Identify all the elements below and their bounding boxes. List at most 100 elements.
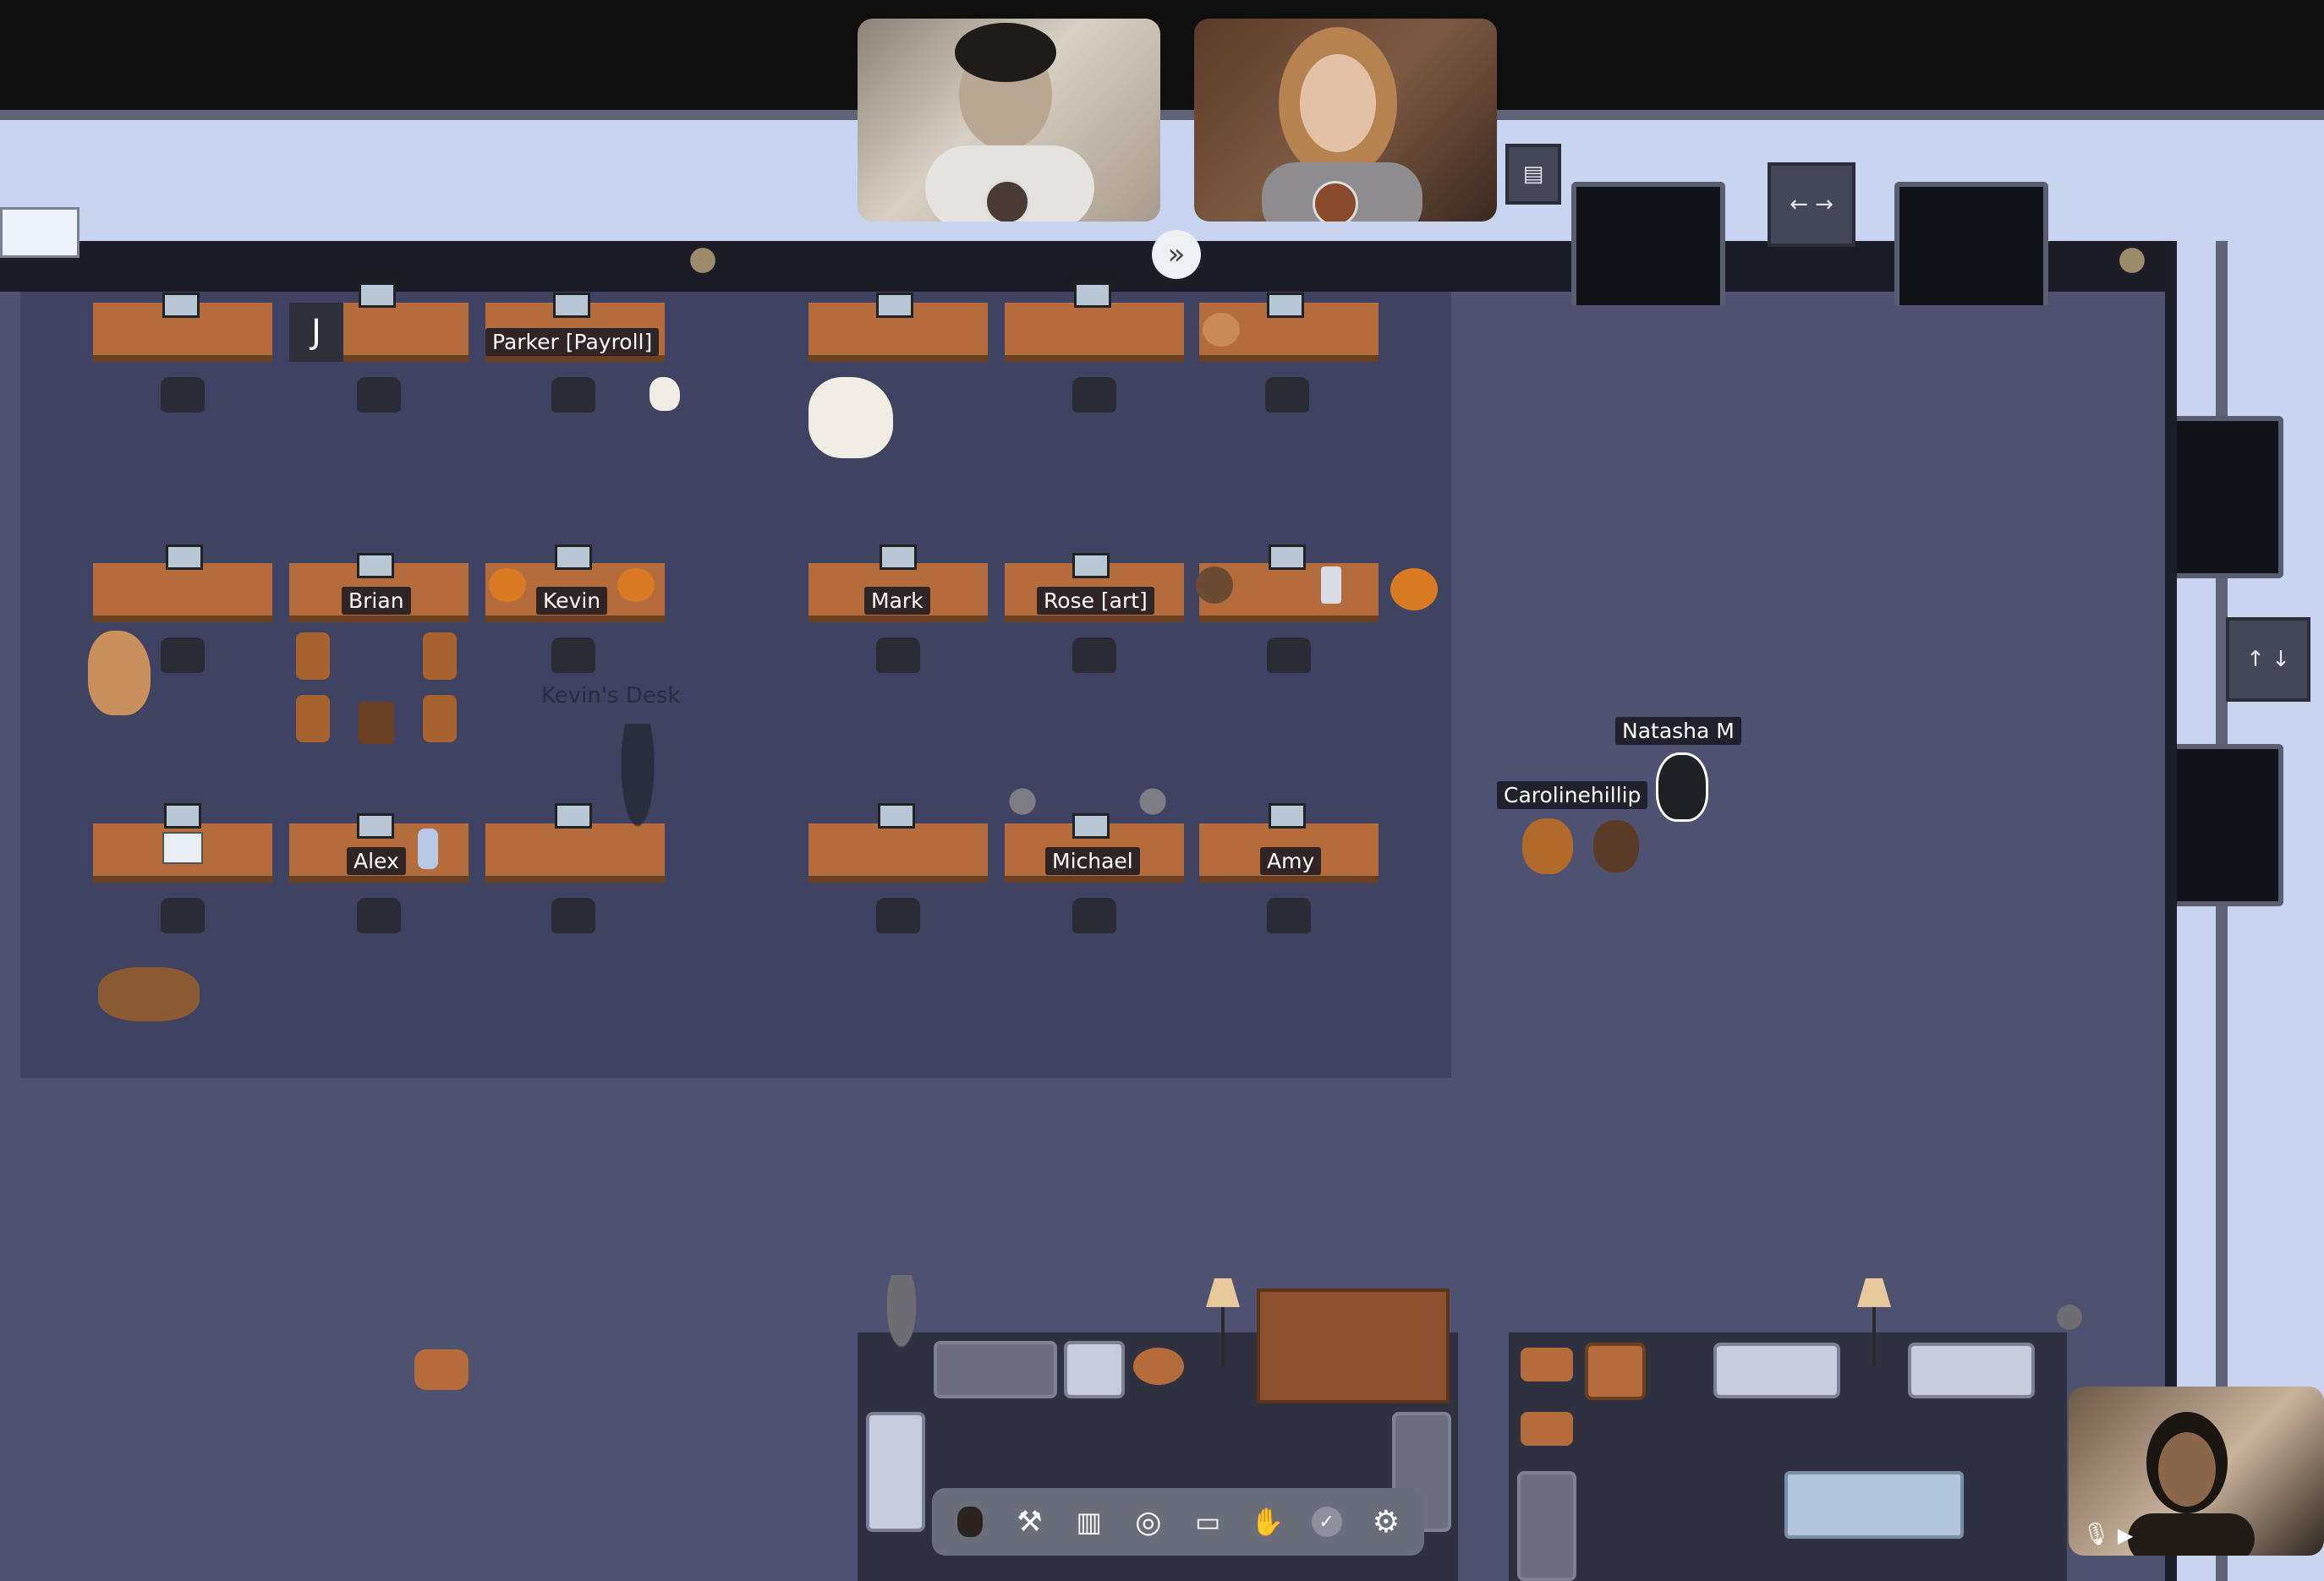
- north-wall: [0, 241, 2224, 292]
- notice-board-icon: ▤: [1505, 144, 1561, 205]
- chair: [551, 377, 595, 413]
- chair: [161, 377, 205, 413]
- milkshake-icon: [1321, 566, 1341, 604]
- desk: [808, 823, 988, 883]
- laptop-icon: [162, 293, 200, 318]
- monitor-icon: [359, 282, 396, 308]
- up-down-sign: ↑ ↓: [2226, 617, 2310, 702]
- target-button[interactable]: ◎: [1129, 1502, 1168, 1541]
- avatar-natasha[interactable]: [1656, 752, 1708, 822]
- minimap-thumbnail[interactable]: [0, 207, 79, 258]
- monitor-icon: [555, 544, 592, 570]
- sofa-vertical: [866, 1412, 925, 1532]
- video-tile-self-view[interactable]: 🎙 ▶: [2069, 1387, 2324, 1556]
- collapse-videos-button[interactable]: »: [1152, 230, 1201, 279]
- map-icon: ▥: [1076, 1506, 1102, 1538]
- chair: [1265, 377, 1309, 413]
- tall-plant: [612, 724, 663, 859]
- desk-label-parker: Parker [Payroll]: [485, 328, 660, 356]
- monitor-icon: [166, 544, 203, 570]
- pumpkin-icon: [617, 568, 655, 602]
- chair: [357, 898, 401, 933]
- desk-label-amy: Amy: [1260, 847, 1322, 875]
- east-door-upper: [2177, 416, 2283, 578]
- armchair: [1585, 1343, 1646, 1400]
- chair: [1072, 637, 1116, 673]
- build-button[interactable]: ⚒: [1010, 1502, 1049, 1541]
- palm-plant: [876, 1275, 927, 1376]
- participant-2-avatar-icon: [1313, 181, 1358, 222]
- desk-initial-badge: J: [289, 303, 343, 362]
- desk-label-michael: Michael: [1045, 847, 1140, 875]
- record-player-icon: [1196, 566, 1233, 604]
- desk: [1005, 303, 1184, 362]
- chair: [1267, 898, 1311, 933]
- side-table: [1521, 1348, 1573, 1381]
- hand-icon: ✋: [1250, 1506, 1285, 1538]
- laptop-icon: [553, 293, 590, 318]
- chair: [1267, 637, 1311, 673]
- east-wall: [2165, 241, 2177, 1581]
- potted-plant: [1003, 778, 1042, 825]
- sofa-vertical: [1517, 1471, 1576, 1581]
- floor-lamp-post: [1221, 1307, 1225, 1366]
- sofa: [1908, 1343, 2035, 1398]
- potted-plant: [683, 237, 722, 284]
- status-button[interactable]: ✓: [1307, 1502, 1346, 1541]
- laptop-icon: [357, 553, 394, 578]
- lounge-chair: [296, 632, 330, 680]
- desk-label-brian: Brian: [342, 587, 411, 615]
- desk: [93, 563, 272, 622]
- gear-icon: ⚙: [1372, 1504, 1400, 1540]
- chair: [551, 637, 595, 673]
- armchair: [1064, 1341, 1125, 1398]
- top-bar: [0, 0, 2324, 110]
- avatar-phillip[interactable]: [1593, 820, 1639, 873]
- desk-area-zone: [20, 292, 1451, 1078]
- left-right-sign: ← →: [1768, 162, 1855, 247]
- pumpkin-icon: [489, 568, 526, 602]
- chair: [876, 637, 920, 673]
- calico-cat-icon: [98, 967, 200, 1021]
- settings-button[interactable]: ⚙: [1367, 1502, 1406, 1541]
- desk-label-alex: Alex: [347, 847, 406, 875]
- microphone-icon[interactable]: 🎙: [2082, 1522, 2110, 1547]
- monitor-icon: [880, 544, 917, 570]
- avatar-button[interactable]: [951, 1502, 989, 1541]
- coffee-table-round: [1133, 1348, 1184, 1385]
- avatar-label-caroline: Carolinehillip: [1497, 781, 1648, 809]
- hammer-icon: ⚒: [1017, 1505, 1043, 1539]
- east-door-lower: [2177, 744, 2283, 906]
- chair: [551, 898, 595, 933]
- screen-share-button[interactable]: ▭: [1188, 1502, 1227, 1541]
- video-tile-participant-2[interactable]: [1194, 19, 1497, 222]
- lounge-chair: [423, 695, 457, 742]
- target-icon: ◎: [1135, 1504, 1162, 1540]
- coffee-cup-icon: [1203, 313, 1240, 347]
- kevins-desk-area-label: Kevin's Desk: [541, 683, 681, 708]
- avatar-caroline[interactable]: [1522, 818, 1573, 874]
- chair: [161, 898, 205, 933]
- bottom-toolbar: ⚒ ▥ ◎ ▭ ✋ ✓ ⚙: [932, 1488, 1424, 1556]
- map-button[interactable]: ▥: [1070, 1502, 1109, 1541]
- laptop-icon: [876, 293, 913, 318]
- sofa: [934, 1341, 1057, 1398]
- top-wall-strip: [0, 110, 2324, 120]
- video-tile-participant-1[interactable]: [858, 19, 1160, 222]
- laptop-icon: [1072, 553, 1110, 578]
- north-door-left: [1571, 182, 1725, 305]
- sofa: [1713, 1343, 1840, 1398]
- raise-hand-button[interactable]: ✋: [1247, 1502, 1286, 1541]
- papers-icon: [162, 832, 203, 864]
- lounge-chair: [423, 632, 457, 680]
- monitor-icon: ▭: [1195, 1506, 1221, 1538]
- desk-label-rose: Rose [art]: [1037, 587, 1154, 615]
- camera-icon[interactable]: ▶: [2118, 1524, 2148, 1547]
- desk-label-mark: Mark: [864, 587, 930, 615]
- monitor-icon: [164, 803, 201, 829]
- monitor-icon: [1269, 803, 1306, 829]
- monitor-icon: [555, 803, 592, 829]
- check-circle-icon: ✓: [1311, 1507, 1342, 1537]
- chevron-double-down-icon: »: [1167, 238, 1186, 271]
- side-table: [359, 702, 394, 744]
